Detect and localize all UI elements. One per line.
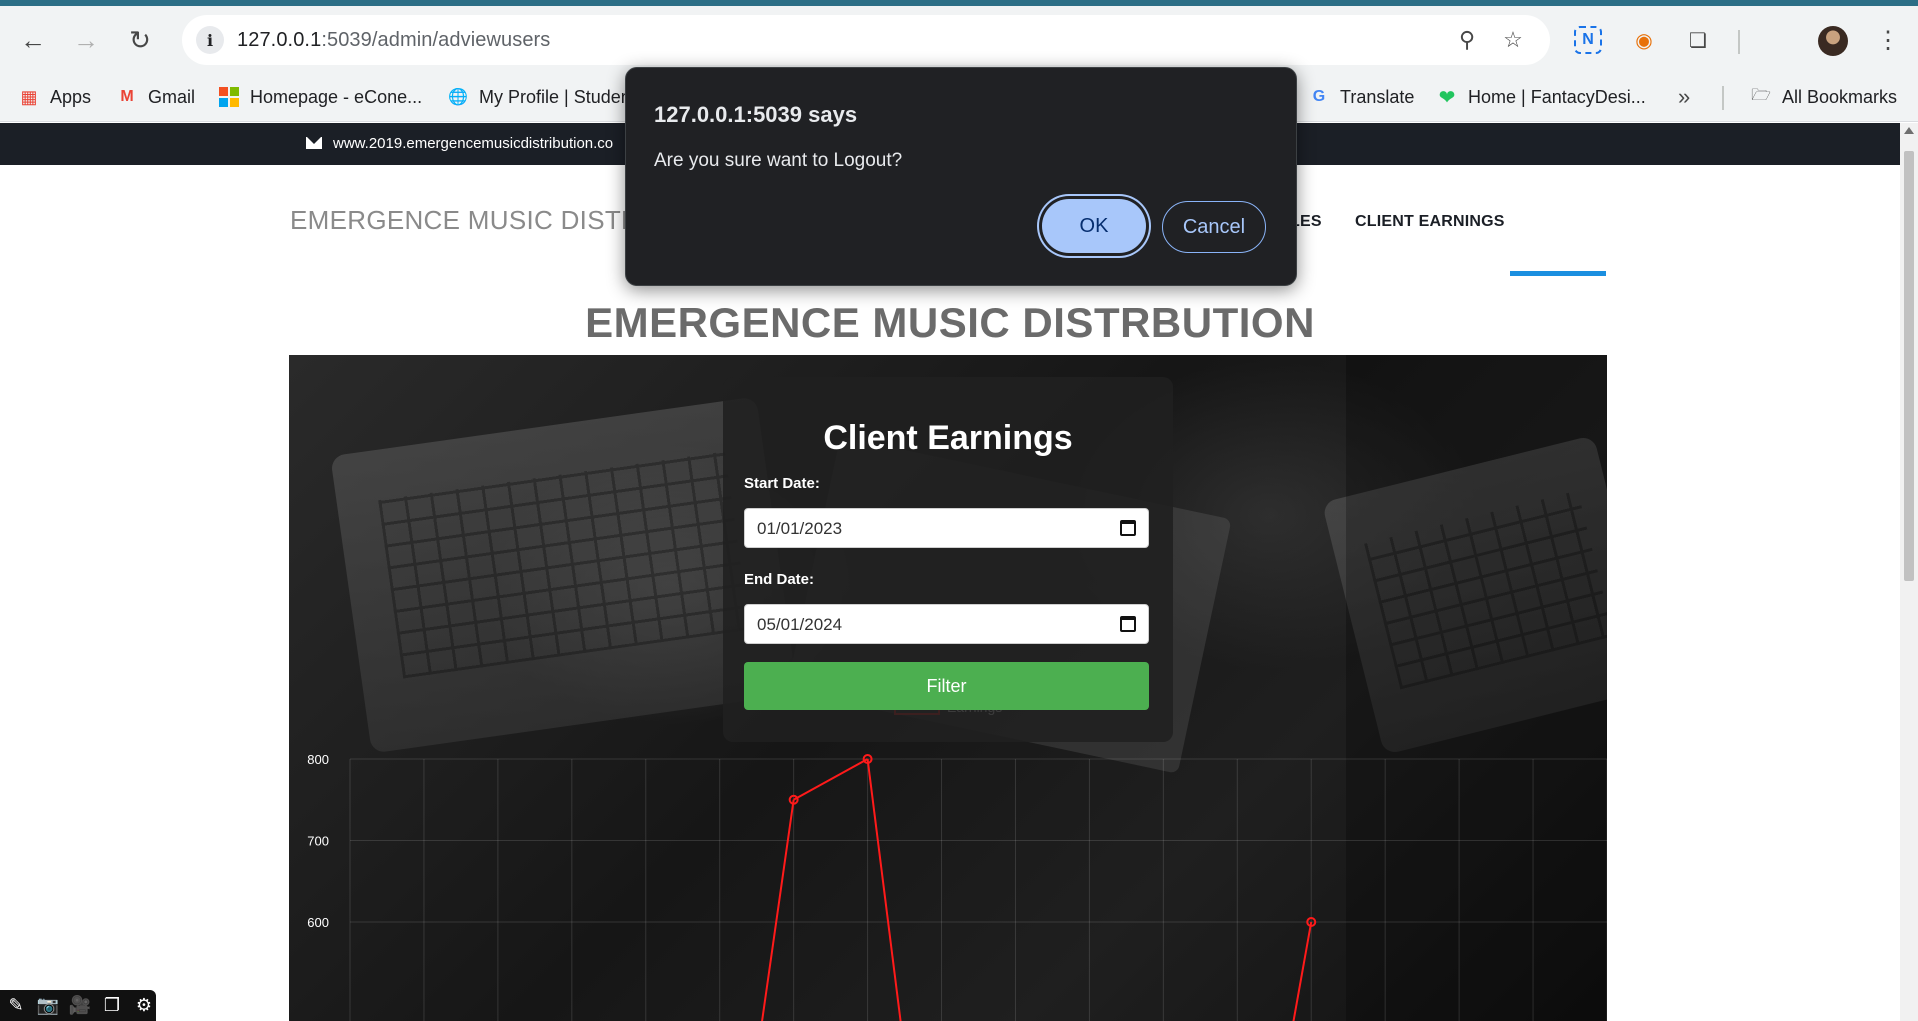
earnings-hero: 800700600Earnings Client Earnings Start …	[289, 355, 1607, 1021]
gmail-icon: M	[120, 88, 134, 105]
camera-icon[interactable]: 📷	[36, 994, 60, 1018]
reload-icon[interactable]: ↻	[120, 20, 160, 60]
zoom-icon[interactable]: ⚲	[1452, 25, 1482, 55]
end-date-value: 05/01/2024	[757, 615, 843, 634]
link-edit-icon[interactable]: ✎	[4, 994, 28, 1018]
end-date-label: End Date:	[744, 571, 815, 588]
browser-toolbar: ← → ↻ i 127.0.0.1:5039/admin/adviewusers…	[0, 6, 1918, 74]
gear-icon[interactable]: ⚙	[132, 994, 156, 1018]
capture-toolbar: ✎ 📷 🎥 ❐ ⚙	[0, 990, 156, 1021]
address-url[interactable]: 127.0.0.1:5039/admin/adviewusers	[237, 29, 550, 52]
copy-windows-icon[interactable]: ❐	[100, 994, 124, 1018]
site-brand[interactable]: EMERGENCE MUSIC DISTRE	[290, 205, 658, 236]
forward-arrow-icon[interactable]: →	[66, 20, 106, 60]
apps-grid-icon: ▦	[20, 86, 38, 107]
cancel-button[interactable]: Cancel	[1162, 201, 1266, 253]
microsoft-icon	[218, 86, 240, 108]
toolbar-divider	[1738, 30, 1740, 54]
back-arrow-icon[interactable]: ←	[13, 20, 53, 60]
mail-icon	[306, 137, 322, 149]
site-info-icon[interactable]: i	[196, 26, 224, 54]
dialog-message: Are you sure want to Logout?	[654, 150, 903, 171]
filter-card-title: Client Earnings	[823, 419, 1073, 457]
folder-icon: 🗁	[1751, 86, 1771, 104]
logout-confirm-dialog: 127.0.0.1:5039 says Are you sure want to…	[625, 67, 1297, 286]
extension-n-icon[interactable]: N	[1574, 26, 1602, 54]
page-title: EMERGENCE MUSIC DISTRBUTION	[585, 299, 1315, 346]
bookmark-apps[interactable]: ▦ Apps	[18, 83, 91, 111]
page-scrollbar[interactable]	[1900, 123, 1918, 1021]
y-tick-label: 700	[307, 834, 329, 849]
active-nav-indicator	[1510, 271, 1606, 276]
address-bar[interactable]: i 127.0.0.1:5039/admin/adviewusers ⚲ ☆	[182, 15, 1550, 65]
heart-icon: ❤	[1438, 86, 1456, 109]
nav-link-client-earnings[interactable]: CLIENT EARNINGS	[1355, 213, 1505, 231]
bookmark-translate[interactable]: G Translate	[1308, 83, 1415, 111]
site-url-link[interactable]: www.2019.emergencemusicdistribution.co	[333, 135, 613, 152]
series-line-segment	[761, 799, 795, 1021]
start-date-label: Start Date:	[744, 475, 820, 492]
series-line-segment	[1292, 921, 1313, 1021]
filter-button[interactable]: Filter	[744, 662, 1149, 710]
globe-icon: 🌐	[448, 89, 468, 106]
translate-icon: G	[1312, 88, 1326, 105]
profile-avatar[interactable]	[1818, 26, 1848, 56]
y-tick-label: 800	[307, 752, 329, 767]
scroll-up-arrow-icon[interactable]	[1904, 127, 1914, 134]
start-date-input[interactable]: 01/01/2023	[744, 508, 1149, 548]
video-camera-icon[interactable]: 🎥	[68, 994, 92, 1018]
bookmark-all[interactable]: 🗁 All Bookmarks	[1750, 83, 1897, 111]
y-tick-label: 600	[307, 915, 329, 930]
more-bookmarks-chevron-icon[interactable]: »	[1678, 83, 1690, 111]
bookmark-my-profile[interactable]: 🌐 My Profile | Studen	[447, 83, 631, 111]
extensions-puzzle-icon[interactable]: ❏	[1682, 24, 1714, 56]
extension-circle-icon[interactable]: ◉	[1628, 24, 1660, 56]
series-line-segment	[866, 758, 902, 1021]
calendar-icon[interactable]	[1120, 616, 1136, 632]
calendar-icon[interactable]	[1120, 520, 1136, 536]
end-date-input[interactable]: 05/01/2024	[744, 604, 1149, 644]
bookmark-fantacy[interactable]: ❤ Home | FantacyDesi...	[1436, 83, 1646, 111]
bookmarks-divider	[1722, 86, 1724, 110]
bookmark-homepage[interactable]: Homepage - eCone...	[218, 83, 422, 111]
menu-kebab-icon[interactable]: ⋮	[1872, 24, 1904, 56]
start-date-value: 01/01/2023	[757, 519, 843, 538]
filter-card: Client Earnings Start Date: 01/01/2023 E…	[723, 377, 1173, 742]
scrollbar-thumb[interactable]	[1904, 151, 1914, 581]
ok-button[interactable]: OK	[1042, 199, 1146, 253]
bookmark-gmail[interactable]: M Gmail	[116, 83, 195, 111]
bookmark-star-icon[interactable]: ☆	[1498, 25, 1528, 55]
series-line-segment	[793, 758, 869, 801]
dialog-title: 127.0.0.1:5039 says	[654, 102, 858, 127]
